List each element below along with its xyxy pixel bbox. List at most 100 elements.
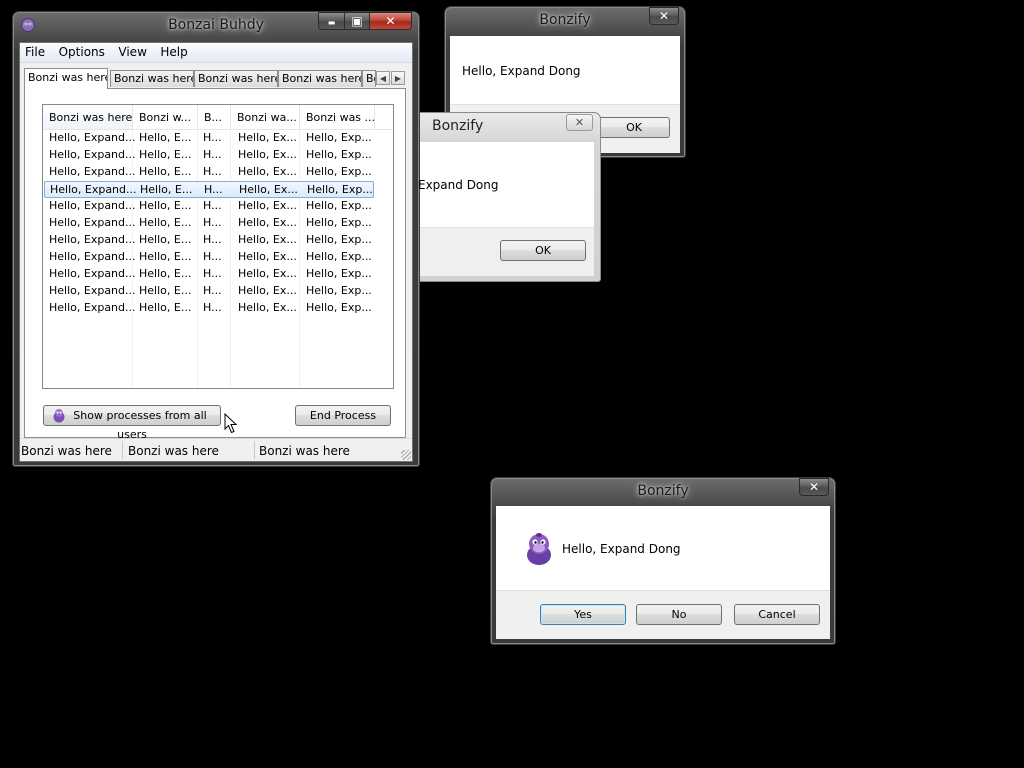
resize-grip[interactable] [401, 450, 411, 460]
table-row[interactable]: Hello, Expand... Hello, E... H... Hello, Ex… [44, 147, 374, 164]
main-titlebar[interactable]: Bonzai Buhdy ▬ ▣ ✕ [13, 12, 419, 40]
status-cell-2: Bonzi was here [128, 444, 219, 458]
status-separator [254, 441, 255, 459]
list-header: ▲Bonzi was hereBonzi w...B...Bonzi wa...… [43, 105, 393, 130]
status-bar: Bonzi was here Bonzi was here Bonzi was … [20, 438, 412, 461]
tab-4[interactable]: Bonzi was here [278, 70, 362, 87]
table-cell: H... [204, 183, 223, 196]
tab-scroll-left-button[interactable]: ◀ [376, 71, 390, 85]
table-cell: Hello, E... [139, 301, 192, 314]
dialog-middle-body: Expand Dong [418, 142, 594, 227]
column-header[interactable]: Bonzi wa... [231, 105, 300, 129]
dialog-top-ok-button[interactable]: OK [598, 117, 670, 138]
dialog-middle-ok-button[interactable]: OK [500, 240, 586, 261]
table-cell: H... [203, 199, 222, 212]
yes-button[interactable]: Yes [540, 604, 626, 625]
table-row[interactable]: Hello, Expand... Hello, E... H... Hello, Ex… [44, 249, 374, 266]
dialog-middle-close-button[interactable]: ✕ [566, 114, 593, 131]
table-cell: H... [203, 267, 222, 280]
table-cell: Hello, E... [139, 148, 192, 161]
table-row[interactable]: Hello, Expand... Hello, E... H... Hello, Ex… [44, 164, 374, 181]
column-header[interactable]: Bonzi was here [43, 105, 133, 129]
maximize-icon: ▣ [351, 14, 363, 28]
menu-file[interactable]: File [20, 43, 50, 59]
bonzi-icon [53, 409, 65, 423]
table-row[interactable]: Hello, Expand... Hello, E... H... Hello, Ex… [44, 215, 374, 232]
table-cell: H... [203, 148, 222, 161]
table-cell: Hello, Ex... [238, 148, 297, 161]
maximize-button[interactable]: ▣ [344, 12, 370, 30]
table-cell: Hello, E... [139, 216, 192, 229]
table-cell: H... [203, 284, 222, 297]
no-label: No [671, 608, 687, 621]
table-cell: Hello, Expand... [49, 233, 136, 246]
table-cell: Hello, Ex... [238, 250, 297, 263]
dialog-top-body: Hello, Expand Dong [450, 36, 680, 104]
table-cell: Hello, Expand... [49, 148, 136, 161]
close-button[interactable]: ✕ [369, 12, 412, 30]
table-cell: H... [203, 165, 222, 178]
table-cell: Hello, Expand... [49, 216, 136, 229]
dialog-top-close-button[interactable]: ✕ [649, 7, 679, 25]
table-cell: H... [203, 131, 222, 144]
tab-scroll-right-button[interactable]: ▶ [391, 71, 405, 85]
tab-5[interactable]: Bo [362, 70, 376, 87]
table-cell: Hello, Expand... [50, 183, 137, 196]
table-cell: Hello, Ex... [238, 284, 297, 297]
table-cell: Hello, E... [139, 267, 192, 280]
table-cell: Hello, Ex... [238, 165, 297, 178]
table-cell: Hello, E... [139, 199, 192, 212]
tab-3[interactable]: Bonzi was here [194, 70, 278, 87]
table-cell: Hello, Exp... [306, 233, 372, 246]
table-cell: Hello, Exp... [306, 199, 372, 212]
table-cell: Hello, Expand... [49, 250, 136, 263]
table-cell: Hello, Exp... [306, 284, 372, 297]
table-cell: Hello, Expand... [49, 199, 136, 212]
table-cell: Hello, Expand... [49, 284, 136, 297]
menu-options[interactable]: Options [54, 43, 110, 59]
tab-1[interactable]: Bonzi was here [24, 68, 108, 89]
cancel-label: Cancel [758, 608, 796, 621]
table-cell: Hello, E... [139, 284, 192, 297]
table-row[interactable]: Hello, Expand... Hello, E... H... Hello, Ex… [44, 232, 374, 249]
table-cell: H... [203, 250, 222, 263]
status-cell-3: Bonzi was here [259, 444, 350, 458]
column-header[interactable]: Bonzi was ... [300, 105, 375, 129]
minimize-button[interactable]: ▬ [318, 12, 345, 30]
cancel-button[interactable]: Cancel [734, 604, 820, 625]
ok-label: OK [626, 121, 642, 134]
dialog-bottom-titlebar[interactable]: Bonzify ✕ [491, 478, 835, 506]
dialog-bottom-message: Hello, Expand Dong [562, 542, 681, 556]
menu-view[interactable]: View [113, 43, 151, 59]
table-row[interactable]: Hello, Expand... Hello, E... H... Hello, Ex… [44, 198, 374, 215]
show-processes-button[interactable]: Show processes from all users [43, 405, 221, 441]
dialog-top-titlebar[interactable]: Bonzify ✕ [445, 7, 685, 35]
tab-2[interactable]: Bonzi was here [110, 70, 194, 87]
column-header[interactable]: Bonzi w... [133, 105, 198, 129]
menu-help[interactable]: Help [155, 43, 192, 59]
table-row[interactable]: Hello, Expand... Hello, E... H... Hello, Ex… [44, 266, 374, 283]
table-row[interactable]: Hello, Expand... Hello, E... H... Hello, Ex… [44, 130, 374, 147]
process-list[interactable]: ▲Bonzi was hereBonzi w...B...Bonzi wa...… [42, 104, 394, 389]
table-cell: Hello, Ex... [238, 131, 297, 144]
yes-label: Yes [574, 608, 592, 621]
table-cell: Hello, Exp... [306, 165, 372, 178]
table-cell: Hello, Ex... [238, 233, 297, 246]
table-row[interactable]: Hello, Expand... Hello, E... H... Hello, Ex… [44, 181, 374, 198]
column-header[interactable]: B... [198, 105, 231, 129]
table-cell: Hello, Exp... [306, 250, 372, 263]
table-cell: Hello, Exp... [307, 183, 373, 196]
dialog-middle-titlebar[interactable]: Bonzify ✕ [420, 113, 600, 141]
minimize-icon: ▬ [327, 18, 336, 27]
dialog-bottom-body: Hello, Expand Dong [496, 506, 830, 590]
no-button[interactable]: No [636, 604, 722, 625]
close-icon: ✕ [808, 480, 820, 494]
ok-label: OK [535, 244, 551, 257]
table-row[interactable]: Hello, Expand... Hello, E... H... Hello, Ex… [44, 283, 374, 300]
end-process-button[interactable]: End Process [295, 405, 391, 426]
table-row[interactable]: Hello, Expand... Hello, E... H... Hello, Ex… [44, 300, 374, 317]
table-cell: Hello, Ex... [239, 183, 298, 196]
table-cell: Hello, E... [139, 165, 192, 178]
main-window: Bonzai Buhdy ▬ ▣ ✕ File Options View Hel… [12, 11, 420, 467]
dialog-bottom-close-button[interactable]: ✕ [799, 478, 829, 496]
